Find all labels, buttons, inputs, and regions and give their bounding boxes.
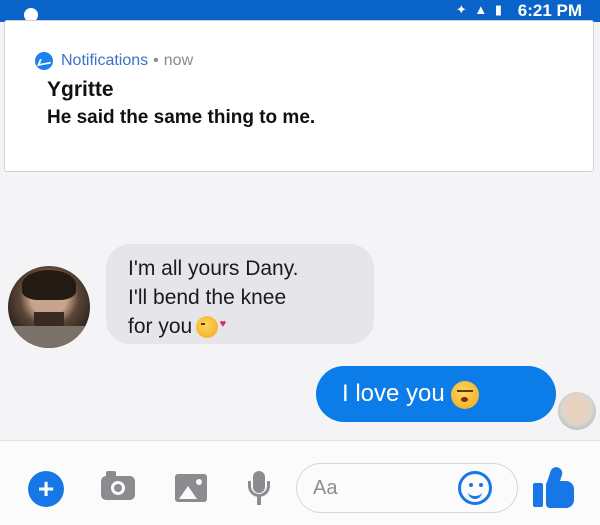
thumb-palm	[546, 481, 574, 508]
system-icons: ✦ ▲ ▮	[455, 2, 504, 17]
notification-app-name: Notifications	[61, 52, 149, 69]
image-icon	[175, 474, 207, 502]
thumb-cuff	[533, 483, 543, 507]
notification-separator: •	[153, 52, 159, 69]
status-bar: ✦ ▲ ▮ 6:21 PM	[0, 0, 600, 22]
microphone-stem	[257, 497, 261, 505]
incoming-message-line: I'll bend the knee	[128, 286, 287, 309]
avatar-hair	[22, 270, 76, 300]
emoji-button[interactable]	[458, 471, 492, 505]
notification-time: now	[163, 52, 194, 69]
microphone-icon	[246, 471, 272, 507]
incoming-message-line: I'm all yours Dany.	[128, 257, 299, 280]
smiling-face-icon	[450, 380, 479, 409]
plus-icon: +	[37, 473, 55, 504]
messenger-icon	[35, 52, 53, 70]
message-input-placeholder: Aa	[313, 477, 338, 499]
status-clock: 6:21 PM	[517, 1, 582, 20]
microphone-button[interactable]	[246, 471, 272, 507]
notification-message: He said the same thing to me.	[47, 107, 316, 128]
messenger-screen: ✦ ▲ ▮ 6:21 PM Notifications • now Ygritt…	[0, 0, 600, 525]
like-button[interactable]	[530, 465, 578, 509]
contact-avatar[interactable]	[8, 266, 90, 348]
outgoing-message-text: I love you	[342, 380, 445, 407]
message-composer: + Aa	[0, 440, 600, 525]
microphone-cup	[248, 481, 270, 497]
gallery-button[interactable]	[174, 473, 208, 503]
avatar-fur-collar	[8, 326, 90, 348]
kissing-face-icon	[196, 310, 226, 339]
incoming-message-text: for you	[128, 315, 193, 338]
camera-button[interactable]	[100, 471, 136, 502]
notification-header: Notifications • now	[35, 52, 193, 70]
incoming-message-bubble[interactable]: I'm all yours Dany. I'll bend the knee f…	[106, 244, 374, 344]
outgoing-message-bubble[interactable]: I love you	[316, 366, 556, 422]
notification-sender: Ygritte	[47, 78, 114, 101]
thumbs-up-icon	[531, 465, 577, 509]
notification-card[interactable]: Notifications • now Ygritte He said the …	[4, 20, 594, 172]
camera-icon	[101, 471, 135, 500]
plus-button[interactable]: +	[28, 471, 64, 507]
read-receipt-avatar	[558, 392, 596, 430]
incoming-message-line: for you	[128, 310, 374, 341]
